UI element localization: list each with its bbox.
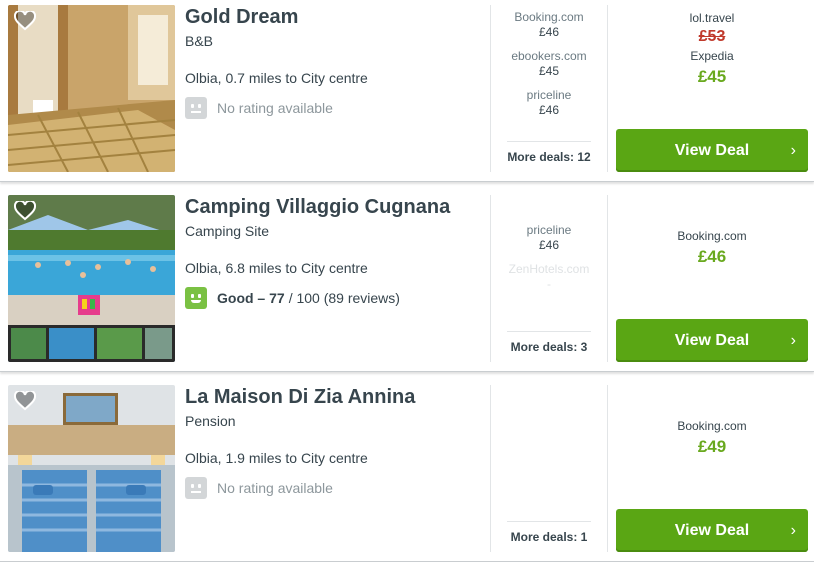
other-deals: Booking.com £46 ebookers.com £45 priceline… <box>500 10 598 127</box>
accommodation-type: Pension <box>185 413 236 429</box>
deal-price: £46 <box>538 238 560 252</box>
rating: No rating available <box>185 97 333 119</box>
divider <box>607 195 608 362</box>
hotel-location: Olbia, 0.7 miles to City centre <box>185 70 368 86</box>
chevron-right-icon: › <box>790 142 796 159</box>
best-deal-top-site: lol.travel <box>689 11 735 25</box>
deal-site: ZenHotels.com <box>508 262 590 276</box>
best-deal-price: £45 <box>697 67 727 86</box>
smiley-face-icon <box>185 97 207 119</box>
rating: Good – 77 / 100 (89 reviews) <box>185 287 400 309</box>
heart-outline-icon[interactable] <box>14 201 36 221</box>
deal-site: ebookers.com <box>511 49 587 63</box>
best-deal-site: Booking.com <box>677 229 747 243</box>
view-deal-label: View Deal <box>674 331 750 349</box>
hotel-listing-la-maison-di-zia-annina: La Maison Di Zia Annina Pension Olbia, 1… <box>0 380 814 562</box>
hotel-name[interactable]: Gold Dream <box>185 6 298 29</box>
best-deal-price: £46 <box>697 247 727 266</box>
more-deals-link[interactable]: More deals: 3 <box>507 331 591 354</box>
deal-site: Booking.com <box>514 10 584 24</box>
divider <box>490 195 491 362</box>
deal-item[interactable]: ZenHotels.com - <box>500 262 598 292</box>
divider <box>490 385 491 552</box>
old-price: £53 <box>698 28 726 45</box>
rating-label: Good – 77 <box>217 290 285 306</box>
rating-details: / 100 (89 reviews) <box>288 290 400 306</box>
deal-price: - <box>547 277 551 291</box>
view-deal-button[interactable]: View Deal › <box>616 319 808 362</box>
view-deal-button[interactable]: View Deal › <box>616 129 808 172</box>
rating-text: No rating available <box>217 100 333 116</box>
view-deal-label: View Deal <box>674 141 750 159</box>
divider <box>607 385 608 552</box>
hotel-photo[interactable] <box>8 5 175 172</box>
best-deal: Booking.com £46 <box>616 228 808 270</box>
rating-text: No rating available <box>217 480 333 496</box>
divider <box>490 5 491 172</box>
deal-item[interactable]: ebookers.com £45 <box>500 49 598 79</box>
hotel-listing-camping-villaggio-cugnana: Camping Villaggio Cugnana Camping Site O… <box>0 190 814 372</box>
smiley-face-icon <box>185 287 207 309</box>
deal-item[interactable]: Booking.com £46 <box>500 10 598 40</box>
hotel-location: Olbia, 6.8 miles to City centre <box>185 260 368 276</box>
hotel-listing-gold-dream: Gold Dream B&B Olbia, 0.7 miles to City … <box>0 0 814 182</box>
deal-price: £46 <box>538 25 560 39</box>
accommodation-type: Camping Site <box>185 223 270 239</box>
deal-price: £45 <box>538 64 560 78</box>
divider <box>607 5 608 172</box>
accommodation-type: B&B <box>185 33 214 49</box>
deal-item[interactable]: priceline £46 <box>500 88 598 118</box>
deal-price: £46 <box>538 103 560 117</box>
best-deal-price: £49 <box>697 437 727 456</box>
hotel-photo[interactable] <box>8 385 175 552</box>
deal-site: priceline <box>526 88 572 102</box>
rating: No rating available <box>185 477 333 499</box>
smiley-face-icon <box>185 477 207 499</box>
view-deal-button[interactable]: View Deal › <box>616 509 808 552</box>
hotel-name[interactable]: Camping Villaggio Cugnana <box>185 196 450 219</box>
heart-outline-icon[interactable] <box>14 391 36 411</box>
chevron-right-icon: › <box>790 332 796 349</box>
other-deals: priceline £46 ZenHotels.com - <box>500 223 598 301</box>
chevron-right-icon: › <box>790 522 796 539</box>
best-deal-site: Expedia <box>690 49 734 63</box>
best-deal: lol.travel £53 Expedia £45 <box>616 10 808 90</box>
more-deals-link[interactable]: More deals: 12 <box>507 141 591 164</box>
heart-outline-icon[interactable] <box>14 11 36 31</box>
hotel-location: Olbia, 1.9 miles to City centre <box>185 450 368 466</box>
best-deal: Booking.com £49 <box>616 418 808 460</box>
deal-site: priceline <box>526 223 572 237</box>
deal-item[interactable]: priceline £46 <box>500 223 598 253</box>
view-deal-label: View Deal <box>674 521 750 539</box>
hotel-name[interactable]: La Maison Di Zia Annina <box>185 386 415 409</box>
best-deal-site: Booking.com <box>677 419 747 433</box>
hotel-photo[interactable] <box>8 195 175 362</box>
more-deals-link[interactable]: More deals: 1 <box>507 521 591 544</box>
